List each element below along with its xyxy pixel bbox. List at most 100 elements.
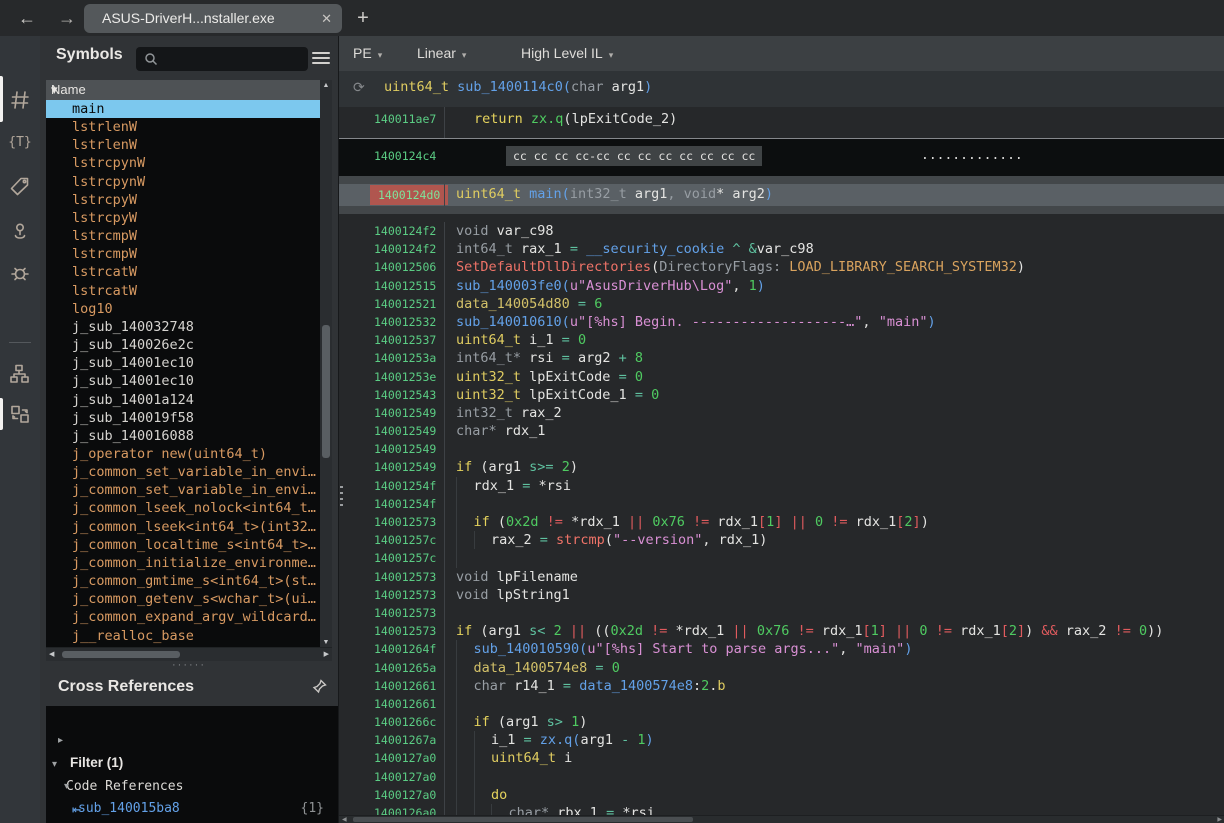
hamburger-menu-icon[interactable] — [312, 49, 330, 63]
tags-icon[interactable] — [8, 174, 32, 198]
address[interactable]: 140012549 — [374, 442, 436, 456]
code-line[interactable]: 1400124f2int64_t rax_1 = __security_cook… — [339, 240, 1224, 258]
address[interactable]: 14001257c — [374, 551, 436, 565]
code-line[interactable]: 140012532sub_140010610(u"[%hs] Begin. --… — [339, 313, 1224, 331]
symbol-row[interactable]: main — [46, 100, 320, 118]
code-line[interactable]: 14001265adata_1400574e8 = 0 — [339, 659, 1224, 677]
address[interactable]: 140012573 — [374, 570, 436, 584]
address[interactable]: 140012537 — [374, 333, 436, 347]
code-line[interactable]: 14001264fsub_140010590(u"[%hs] Start to … — [339, 640, 1224, 658]
symbol-row[interactable]: j_common_lseek<int64_t>(int32… — [46, 518, 320, 536]
address[interactable]: 14001267a — [374, 733, 436, 747]
code-line[interactable]: 14001266cif (arg1 s> 1) — [339, 713, 1224, 731]
symbol-row[interactable]: j_sub_14001ec10 — [46, 372, 320, 390]
xref-filter-row[interactable]: ▸ Filter (1) — [46, 708, 338, 730]
symbol-row[interactable]: j_common_getenv_s<wchar_t>(ui… — [46, 590, 320, 608]
code-line[interactable]: 14001267ai_1 = zx.q(arg1 - 1) — [339, 731, 1224, 749]
address[interactable]: 140012532 — [374, 315, 436, 329]
symbol-row[interactable]: lstrcmpW — [46, 227, 320, 245]
symbol-row[interactable]: j_common_localtime_s<int64_t>… — [46, 536, 320, 554]
code-line[interactable]: 140012549if (arg1 s>= 2) — [339, 458, 1224, 476]
symbols-hash-icon[interactable] — [8, 88, 32, 112]
code-line[interactable]: 140012661 — [339, 695, 1224, 713]
panel-splitter-handle[interactable]: ······ — [40, 662, 338, 672]
address[interactable]: 140012521 — [374, 297, 436, 311]
symbol-row[interactable]: lstrlenW — [46, 118, 320, 136]
new-tab-button[interactable]: + — [348, 0, 378, 36]
code-line[interactable]: 14001254f — [339, 495, 1224, 513]
symbol-row[interactable]: j_sub_14001ec10 — [46, 354, 320, 372]
symbol-row[interactable]: lstrcatW — [46, 263, 320, 281]
symbol-row[interactable]: j__realloc_base — [46, 627, 320, 645]
il-level-dropdown[interactable]: High Level IL▾ — [521, 36, 613, 71]
scroll-right-icon[interactable]: ▶ — [1217, 816, 1222, 823]
symbol-row[interactable]: j_common_expand_argv_wildcard… — [46, 608, 320, 626]
address[interactable]: 14001264f — [374, 642, 436, 656]
pane-splitter-handle[interactable] — [340, 486, 343, 508]
code-line[interactable]: 1400127a0 — [339, 768, 1224, 786]
code-line[interactable]: 140012573void lpString1 — [339, 586, 1224, 604]
forward-button[interactable]: → — [52, 0, 82, 36]
symbol-row[interactable]: j_common_gmtime_s<int64_t>(st… — [46, 572, 320, 590]
search-input[interactable] — [136, 47, 308, 71]
binary-view-dropdown[interactable]: PE▾ — [353, 36, 382, 71]
code-line[interactable]: 140011ae7 return zx.q(lpExitCode_2) — [339, 107, 1224, 138]
code-line[interactable]: 140012573if (arg1 s< 2 || ((0x2d != *rdx… — [339, 622, 1224, 640]
symbol-row[interactable]: j_operator new(uint64_t) — [46, 445, 320, 463]
symbol-row[interactable]: j_common_set_variable_in_envi… — [46, 481, 320, 499]
scroll-up-icon[interactable]: ▲ — [320, 82, 332, 89]
symbol-row[interactable]: j_common_set_variable_in_envi… — [46, 463, 320, 481]
address[interactable]: 14001253e — [374, 370, 436, 384]
address[interactable]: 14001266c — [374, 715, 436, 729]
code-line[interactable]: 140012573 — [339, 604, 1224, 622]
symbol-row[interactable]: lstrcpynW — [46, 173, 320, 191]
code-line[interactable]: 1400127a0do — [339, 786, 1224, 804]
code-line[interactable]: 140012661char r14_1 = data_1400574e8:2.b — [339, 677, 1224, 695]
scrollbar-thumb[interactable] — [353, 817, 693, 822]
symbol-row[interactable]: lstrcatW — [46, 282, 320, 300]
code-line[interactable]: 1400124f2void var_c98 — [339, 222, 1224, 240]
code-horizontal-scrollbar[interactable]: ◀ ▶ — [339, 815, 1224, 823]
code-line[interactable]: 140012549int32_t rax_2 — [339, 404, 1224, 422]
symbol-row[interactable]: j_common_lseek_nolock<int64_t… — [46, 499, 320, 517]
address[interactable]: 1400124f2 — [374, 224, 436, 238]
symbol-row[interactable]: j_sub_140026e2c — [46, 336, 320, 354]
scroll-down-icon[interactable]: ▼ — [320, 639, 332, 646]
layout-dropdown[interactable]: Linear▾ — [417, 36, 466, 71]
address[interactable]: 140012515 — [374, 279, 436, 293]
address[interactable]: 14001254f — [374, 479, 436, 493]
code-line[interactable]: 140012537uint64_t i_1 = 0 — [339, 331, 1224, 349]
address[interactable]: 140012549 — [374, 424, 436, 438]
cross-references-icon[interactable] — [8, 402, 32, 426]
sticky-function-header[interactable]: ⟳ uint64_t sub_1400114c0(char arg1) — [339, 71, 1224, 108]
scroll-left-icon[interactable]: ◀ — [342, 816, 347, 823]
address[interactable]: 1400124c4 — [374, 149, 436, 163]
symbol-row[interactable]: lstrcpynW — [46, 154, 320, 172]
scrollbar-thumb[interactable] — [62, 651, 180, 658]
symbol-row[interactable]: j_sub_140016088 — [46, 427, 320, 445]
symbol-row[interactable]: j_sub_140032748 — [46, 318, 320, 336]
scroll-left-icon[interactable]: ◀ — [49, 650, 54, 658]
code-line[interactable]: 140012573void lpFilename — [339, 568, 1224, 586]
symbol-row[interactable]: lstrlenW — [46, 136, 320, 154]
address[interactable]: 1400127a0 — [374, 788, 436, 802]
address[interactable]: 140012549 — [374, 460, 436, 474]
symbol-row[interactable]: j_sub_140019f58 — [46, 409, 320, 427]
tab-close-icon[interactable]: ✕ — [321, 4, 332, 33]
address[interactable]: 140012573 — [374, 624, 436, 638]
symbol-row[interactable]: lstrcpyW — [46, 191, 320, 209]
address[interactable]: 140012573 — [374, 588, 436, 602]
back-button[interactable]: ← — [12, 0, 42, 36]
code-line[interactable]: 140012521data_140054d80 = 6 — [339, 295, 1224, 313]
symbol-row[interactable]: j_sub_14001a124 — [46, 391, 320, 409]
address[interactable]: 140012661 — [374, 697, 436, 711]
code-line[interactable]: 140012549 — [339, 440, 1224, 458]
address[interactable]: 140012573 — [374, 606, 436, 620]
code-line[interactable]: 1400127a0uint64_t i — [339, 749, 1224, 767]
address[interactable]: 140012506 — [374, 260, 436, 274]
code-line[interactable]: 14001253aint64_t* rsi = arg2 + 8 — [339, 349, 1224, 367]
address[interactable]: 14001257c — [374, 533, 436, 547]
memory-map-pin-icon[interactable] — [8, 218, 32, 242]
scrollbar-thumb[interactable] — [322, 325, 330, 458]
name-column-header[interactable]: Name ▾ — [46, 80, 320, 101]
